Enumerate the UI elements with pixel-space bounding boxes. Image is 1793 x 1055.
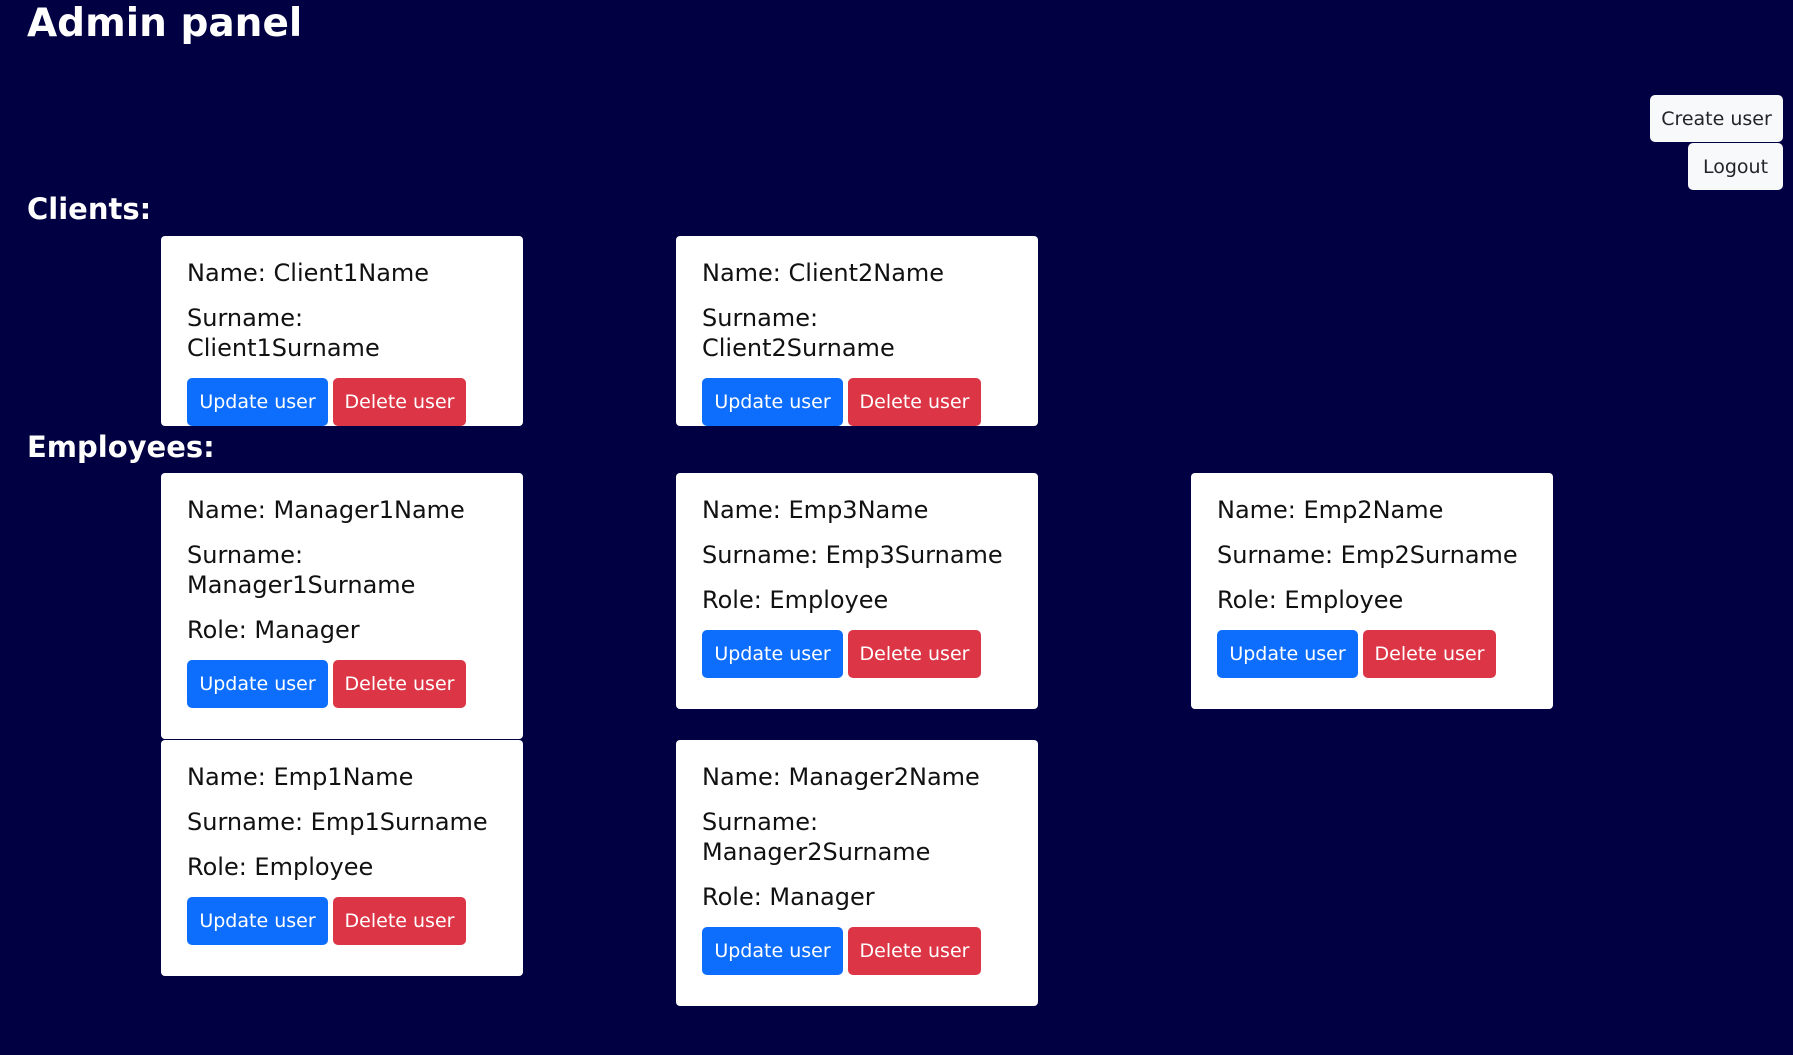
employee-card: Name: Manager2Name Surname: Manager2Surn… <box>676 740 1038 1006</box>
update-user-button[interactable]: Update user <box>187 660 328 708</box>
employee-surname: Surname: Emp3Surname <box>702 541 1003 569</box>
client-name: Name: Client2Name <box>702 259 945 287</box>
employee-surname: Surname: Manager2Surname <box>702 808 931 866</box>
logout-button[interactable]: Logout <box>1688 143 1783 190</box>
clients-section-title: Clients: <box>27 192 152 226</box>
employee-role: Role: Employee <box>187 853 374 881</box>
card-actions: Update user Delete user <box>702 927 1012 975</box>
update-user-button[interactable]: Update user <box>702 927 843 975</box>
update-user-button[interactable]: Update user <box>702 378 843 426</box>
card-actions: Update user Delete user <box>187 897 497 945</box>
client-name: Name: Client1Name <box>187 259 430 287</box>
client-surname: Surname: Client1Surname <box>187 304 380 362</box>
card-actions: Update user Delete user <box>1217 630 1527 678</box>
employee-card: Name: Manager1Name Surname: Manager1Surn… <box>161 473 523 739</box>
client-card: Name: Client1Name Surname: Client1Surnam… <box>161 236 523 426</box>
employee-name: Name: Emp3Name <box>702 496 929 524</box>
update-user-button[interactable]: Update user <box>702 630 843 678</box>
employee-role: Role: Employee <box>702 586 889 614</box>
card-actions: Update user Delete user <box>702 378 1012 426</box>
employee-name: Name: Manager1Name <box>187 496 465 524</box>
employee-name: Name: Emp1Name <box>187 763 414 791</box>
employee-card: Name: Emp3Name Surname: Emp3Surname Role… <box>676 473 1038 709</box>
card-actions: Update user Delete user <box>187 378 497 426</box>
delete-user-button[interactable]: Delete user <box>1363 630 1496 678</box>
employee-surname: Surname: Emp2Surname <box>1217 541 1518 569</box>
page-title: Admin panel <box>27 1 303 46</box>
delete-user-button[interactable]: Delete user <box>848 630 981 678</box>
employee-card: Name: Emp2Name Surname: Emp2Surname Role… <box>1191 473 1553 709</box>
employee-role: Role: Manager <box>187 616 360 644</box>
update-user-button[interactable]: Update user <box>187 897 328 945</box>
employee-role: Role: Employee <box>1217 586 1404 614</box>
employee-surname: Surname: Manager1Surname <box>187 541 416 599</box>
employee-name: Name: Emp2Name <box>1217 496 1444 524</box>
employee-card: Name: Emp1Name Surname: Emp1Surname Role… <box>161 740 523 976</box>
delete-user-button[interactable]: Delete user <box>848 927 981 975</box>
employee-name: Name: Manager2Name <box>702 763 980 791</box>
update-user-button[interactable]: Update user <box>1217 630 1358 678</box>
client-card: Name: Client2Name Surname: Client2Surnam… <box>676 236 1038 426</box>
delete-user-button[interactable]: Delete user <box>333 897 466 945</box>
employees-section-title: Employees: <box>27 430 215 464</box>
client-surname: Surname: Client2Surname <box>702 304 895 362</box>
card-actions: Update user Delete user <box>702 630 1012 678</box>
update-user-button[interactable]: Update user <box>187 378 328 426</box>
delete-user-button[interactable]: Delete user <box>848 378 981 426</box>
employee-role: Role: Manager <box>702 883 875 911</box>
delete-user-button[interactable]: Delete user <box>333 378 466 426</box>
create-user-button[interactable]: Create user <box>1650 95 1783 142</box>
delete-user-button[interactable]: Delete user <box>333 660 466 708</box>
employee-surname: Surname: Emp1Surname <box>187 808 488 836</box>
card-actions: Update user Delete user <box>187 660 497 708</box>
